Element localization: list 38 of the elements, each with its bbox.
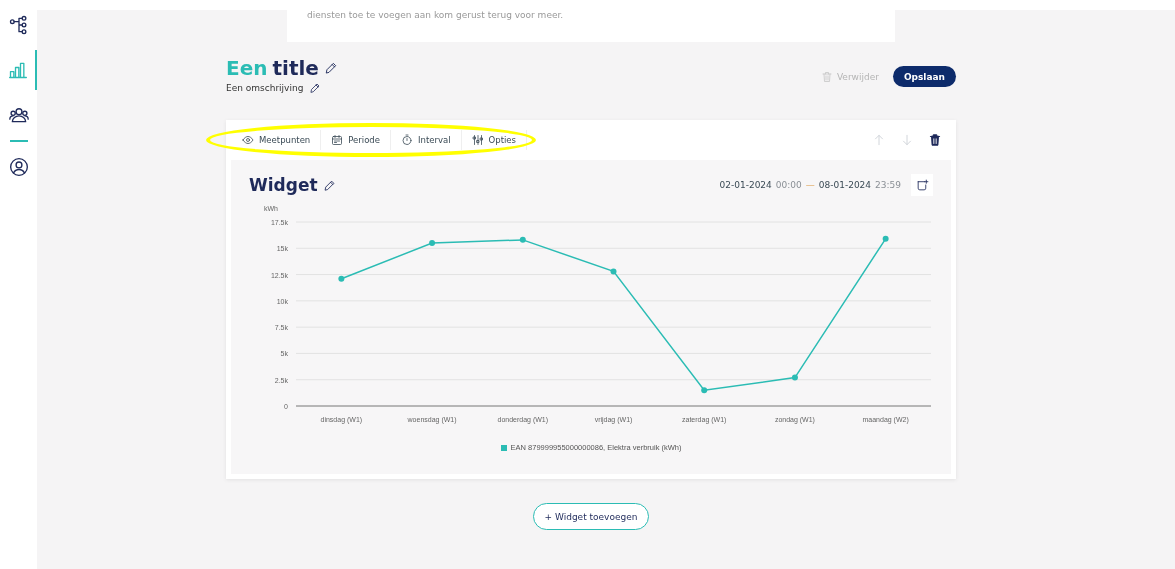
group-icon [8,105,29,125]
user-icon [8,157,29,177]
timer-icon [401,134,413,146]
widget-title: Widget [249,175,318,195]
edit-icon[interactable] [323,61,338,75]
data-point [882,235,889,242]
eye-icon [242,134,254,146]
data-point [519,236,526,243]
flow-icon [8,15,29,35]
data-point [791,374,798,381]
edit-icon[interactable] [309,82,322,94]
calendar-icon [331,134,344,146]
add-widget-button[interactable]: + Widget toevoegen [532,503,650,530]
toolbar-tab[interactable]: Interval [391,130,462,150]
data-point [338,275,345,282]
range-separator: — [805,180,815,190]
sliders-icon [471,134,484,146]
trash-icon [820,70,833,83]
notice-text: diensten toe te voegen aan kom gerust terug voor meer. [307,10,565,20]
data-point [429,240,436,247]
data-point [610,268,617,275]
toolbar-tab[interactable]: Meetpunten [232,130,322,150]
dashboard-title: title [272,56,319,80]
range-start-time: 00:00 [775,180,802,190]
calendar-button[interactable] [911,174,933,196]
bar-chart-icon [7,60,28,80]
range-end-date: 08-01-2024 [818,180,872,190]
toolbar-tab[interactable]: Periode [321,130,391,150]
calendar-add-icon [915,178,929,192]
dashboard-title-first-word: Een [226,56,268,80]
data-point [701,387,708,394]
toolbar-tab[interactable]: Opties [461,130,527,150]
range-end-time: 23:59 [875,180,901,190]
dashboard-description: Een omschrijving [226,83,304,93]
edit-icon[interactable] [322,178,336,192]
range-start-date: 02-01-2024 [719,180,772,190]
save-button[interactable]: Opslaan [892,66,956,87]
trash-icon[interactable] [928,133,942,147]
